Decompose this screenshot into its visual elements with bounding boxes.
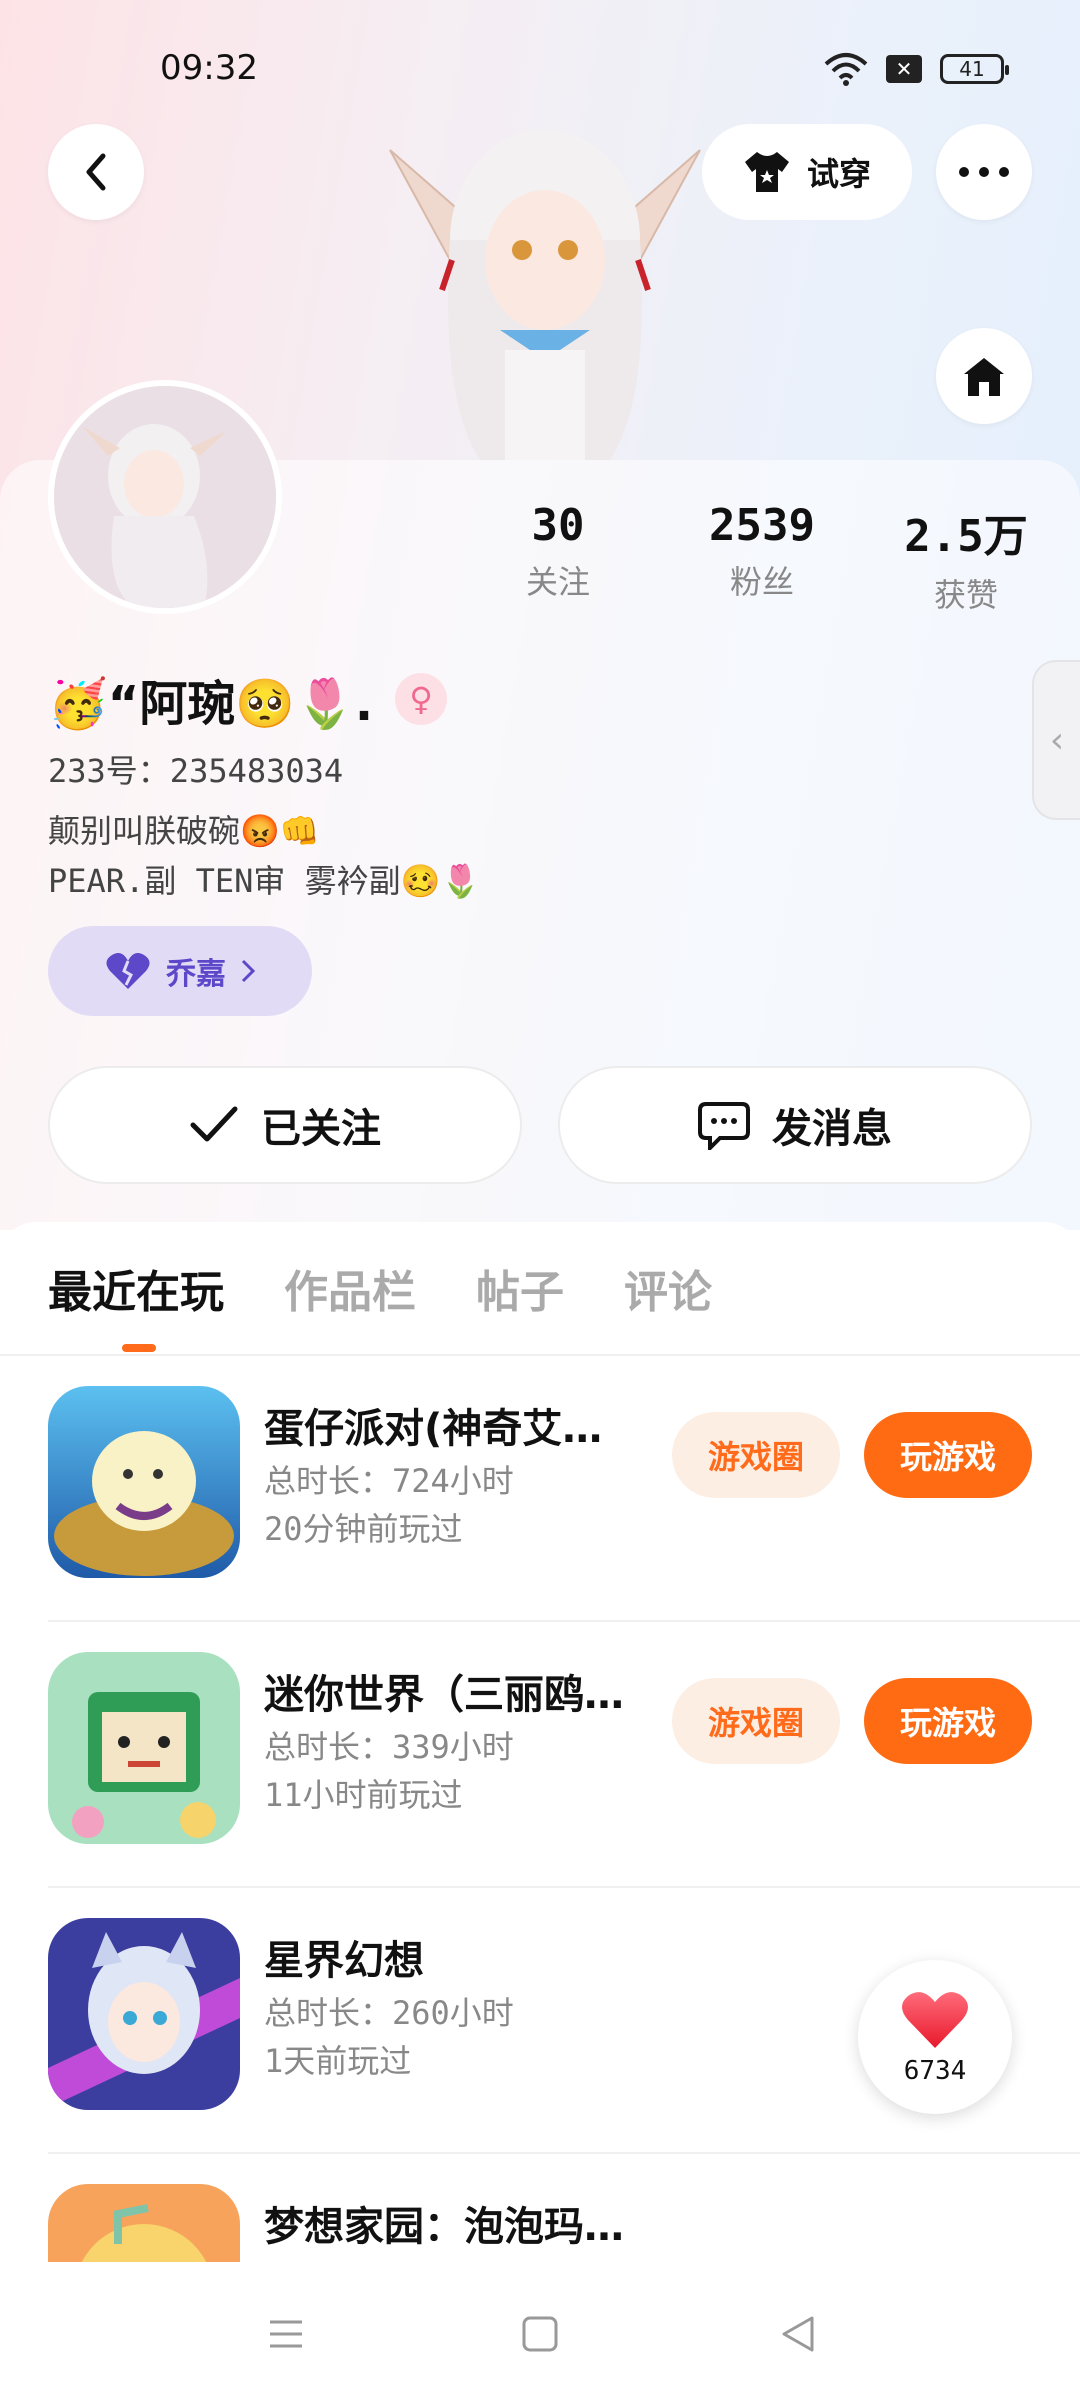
- game-icon: [48, 1386, 240, 1578]
- home-button[interactable]: [936, 328, 1032, 424]
- more-dots-icon: [959, 167, 1009, 177]
- game-last-played: 1天前玩过: [264, 2042, 412, 2080]
- pair-label: 乔嘉: [166, 957, 226, 992]
- check-icon: [190, 1106, 238, 1142]
- back-chevron-icon: [86, 153, 106, 191]
- game-row[interactable]: 迷你世界（三丽鸥… 总时长：339小时 11小时前玩过 游戏圈 玩游戏: [48, 1622, 1080, 1888]
- sim-off-icon: ✕: [886, 55, 922, 83]
- female-gender-icon: ♀: [395, 673, 448, 725]
- game-circle-button[interactable]: 游戏圈: [672, 1678, 840, 1764]
- game-icon: [48, 2184, 240, 2262]
- tab-bar: 最近在玩 作品栏 帖子 评论: [48, 1256, 712, 1320]
- home-square-icon[interactable]: [516, 2310, 564, 2358]
- followers-label: 粉丝: [729, 563, 794, 601]
- game-title: 星界幻想: [264, 1938, 424, 1984]
- followers-count: 2539: [709, 500, 815, 551]
- game-total-time: 总时长：260小时: [264, 1994, 514, 2032]
- game-last-played: 20分钟前玩过: [264, 1510, 463, 1548]
- profile-name-line: 🥳“阿琬🥺🌷. ♀: [48, 664, 448, 734]
- game-circle-button[interactable]: 游戏圈: [672, 1412, 840, 1498]
- play-game-button[interactable]: 玩游戏: [864, 1412, 1032, 1498]
- game-icon: [48, 1652, 240, 1844]
- profile-name: 🥳“阿琬🥺🌷.: [48, 676, 374, 732]
- pair-chip[interactable]: 乔嘉: [48, 926, 312, 1016]
- followed-button[interactable]: 已关注: [48, 1066, 522, 1184]
- more-button[interactable]: [936, 124, 1032, 220]
- game-total-time: 总时长：724小时: [264, 1462, 514, 1500]
- following-count: 30: [531, 500, 585, 551]
- try-on-button[interactable]: 试穿: [702, 124, 912, 220]
- broken-heart-icon: [106, 953, 150, 989]
- chevron-right-icon: [241, 959, 256, 983]
- avatar-image: [54, 386, 276, 608]
- character-avatar-image: [389, 130, 701, 460]
- wifi-icon: [824, 53, 868, 86]
- following-label: 关注: [525, 563, 590, 601]
- tab-posts[interactable]: 帖子: [476, 1256, 564, 1320]
- likes-count: 2.5万: [904, 511, 1028, 562]
- bio-line: 颠别叫朕破碗😡👊: [48, 812, 320, 850]
- stat-followers[interactable]: 2539 粉丝: [672, 500, 852, 603]
- back-button[interactable]: [48, 124, 144, 220]
- bio-line: PEAR.副 TEN审 雾衿副🥴🌷: [48, 862, 481, 900]
- stat-following[interactable]: 30 关注: [468, 500, 648, 603]
- game-row[interactable]: 蛋仔派对(神奇艾… 总时长：724小时 20分钟前玩过 游戏圈 玩游戏: [48, 1356, 1080, 1622]
- avatar[interactable]: [48, 380, 282, 614]
- likes-label: 获赞: [933, 576, 998, 614]
- like-floating-button[interactable]: 6734: [858, 1960, 1012, 2114]
- status-time: 09:32: [160, 48, 258, 88]
- tab-recently-played[interactable]: 最近在玩: [48, 1256, 224, 1320]
- home-icon: [964, 358, 1004, 396]
- tab-works[interactable]: 作品栏: [284, 1256, 416, 1320]
- bio: 颠别叫朕破碗😡👊 PEAR.副 TEN审 雾衿副🥴🌷: [48, 806, 480, 906]
- tshirt-icon: [744, 152, 789, 192]
- play-game-button[interactable]: 玩游戏: [864, 1678, 1032, 1764]
- like-count: 6734: [903, 2056, 967, 2086]
- message-button[interactable]: 发消息: [558, 1066, 1032, 1184]
- user-id: 233号：235483034: [48, 752, 344, 790]
- status-bar: 09:32 ✕ 41: [0, 40, 1080, 104]
- status-icons: ✕ 41: [824, 52, 1009, 86]
- game-title: 迷你世界（三丽鸥…: [264, 1672, 624, 1718]
- game-title: 梦想家园：泡泡玛…: [264, 2204, 624, 2250]
- chevron-left-icon: ‹: [1049, 719, 1065, 761]
- game-last-played: 11小时前玩过: [264, 1776, 463, 1814]
- heart-icon: [902, 1992, 968, 2048]
- message-label: 发消息: [772, 1106, 892, 1152]
- game-title: 蛋仔派对(神奇艾…: [264, 1406, 603, 1452]
- side-drawer-handle[interactable]: ‹: [1032, 660, 1080, 820]
- tab-comments[interactable]: 评论: [624, 1256, 712, 1320]
- menu-icon[interactable]: [262, 2310, 310, 2358]
- game-row[interactable]: 梦想家园：泡泡玛…: [48, 2154, 1032, 2262]
- game-total-time: 总时长：339小时: [264, 1728, 514, 1766]
- game-icon: [48, 1918, 240, 2110]
- battery-icon: 41: [940, 54, 1009, 84]
- back-triangle-icon[interactable]: [774, 2310, 822, 2358]
- chat-bubble-icon: [698, 1102, 750, 1150]
- try-on-label: 试穿: [806, 155, 871, 193]
- system-nav-bar: [0, 2266, 1080, 2400]
- stat-likes[interactable]: 2.5万 获赞: [876, 500, 1056, 616]
- followed-label: 已关注: [261, 1106, 381, 1152]
- tab-indicator: [122, 1344, 156, 1352]
